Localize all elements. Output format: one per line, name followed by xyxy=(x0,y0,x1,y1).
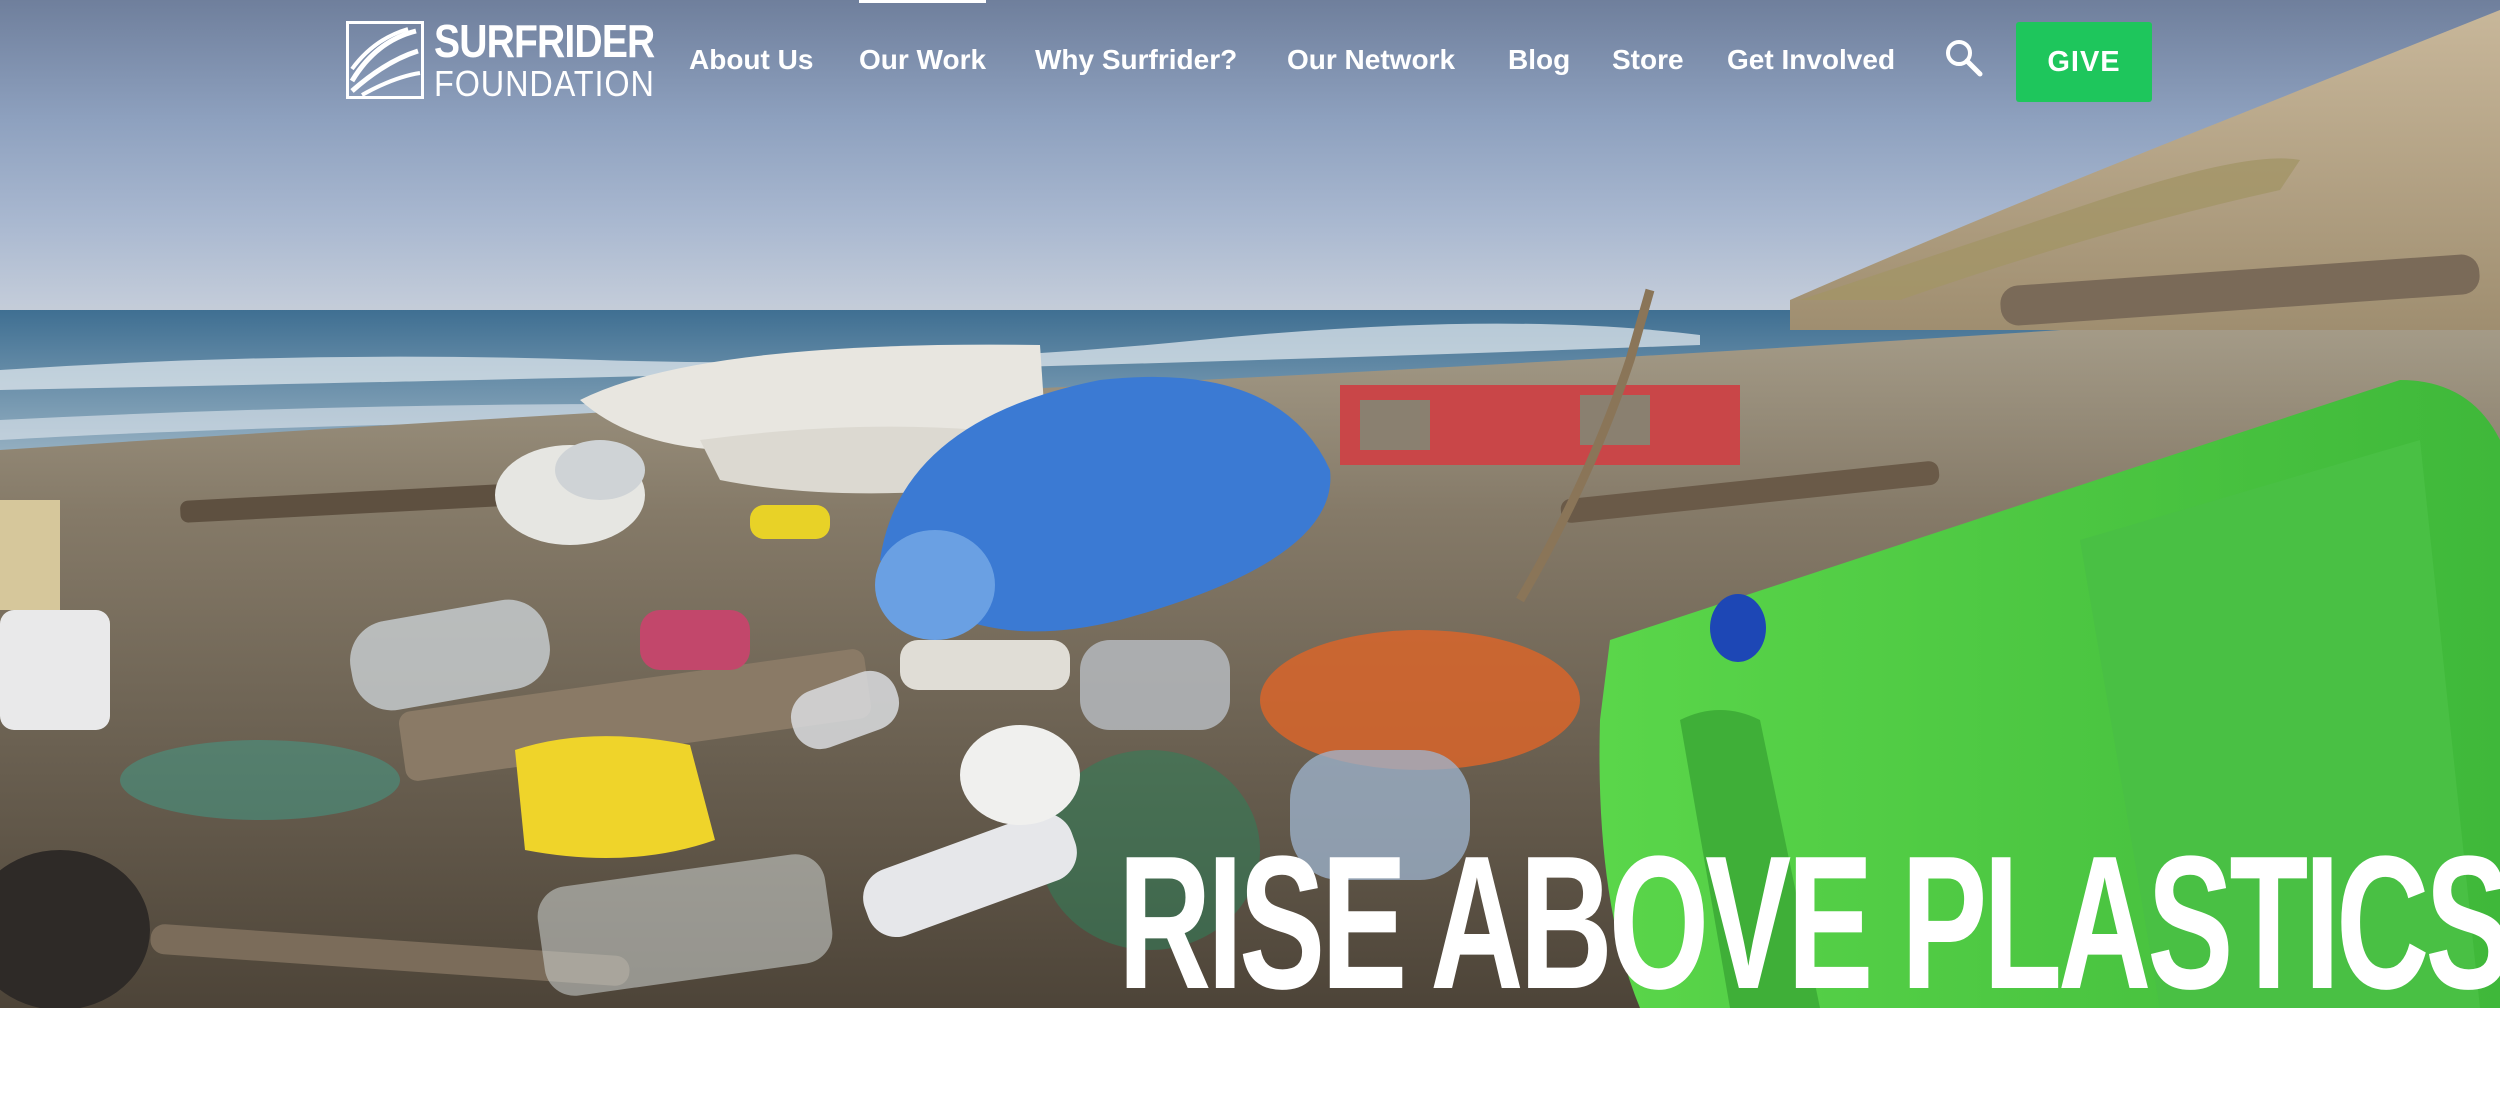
nav-about-us[interactable]: About Us xyxy=(689,44,813,76)
nav-why-surfrider[interactable]: Why Surfrider? xyxy=(1035,44,1237,76)
hero-headline: RISE ABOVE PLASTICS xyxy=(1118,817,2500,1029)
top-navigation: SURFRIDER FOUNDATION About Us Our Work W… xyxy=(0,0,2500,125)
surfrider-logo[interactable]: SURFRIDER FOUNDATION xyxy=(346,18,693,102)
nav-get-involved[interactable]: Get Involved xyxy=(1727,44,1895,76)
nav-our-network[interactable]: Our Network xyxy=(1287,44,1455,76)
brand-name-line2: FOUNDATION xyxy=(434,63,655,104)
brand-name-line1: SURFRIDER xyxy=(434,15,655,67)
give-button[interactable]: GIVE xyxy=(2016,22,2152,102)
nav-our-work[interactable]: Our Work xyxy=(859,0,987,76)
nav-store[interactable]: Store xyxy=(1612,44,1684,76)
search-icon[interactable] xyxy=(1944,38,1984,78)
wave-logo-icon xyxy=(346,21,424,99)
nav-blog[interactable]: Blog xyxy=(1508,44,1570,76)
